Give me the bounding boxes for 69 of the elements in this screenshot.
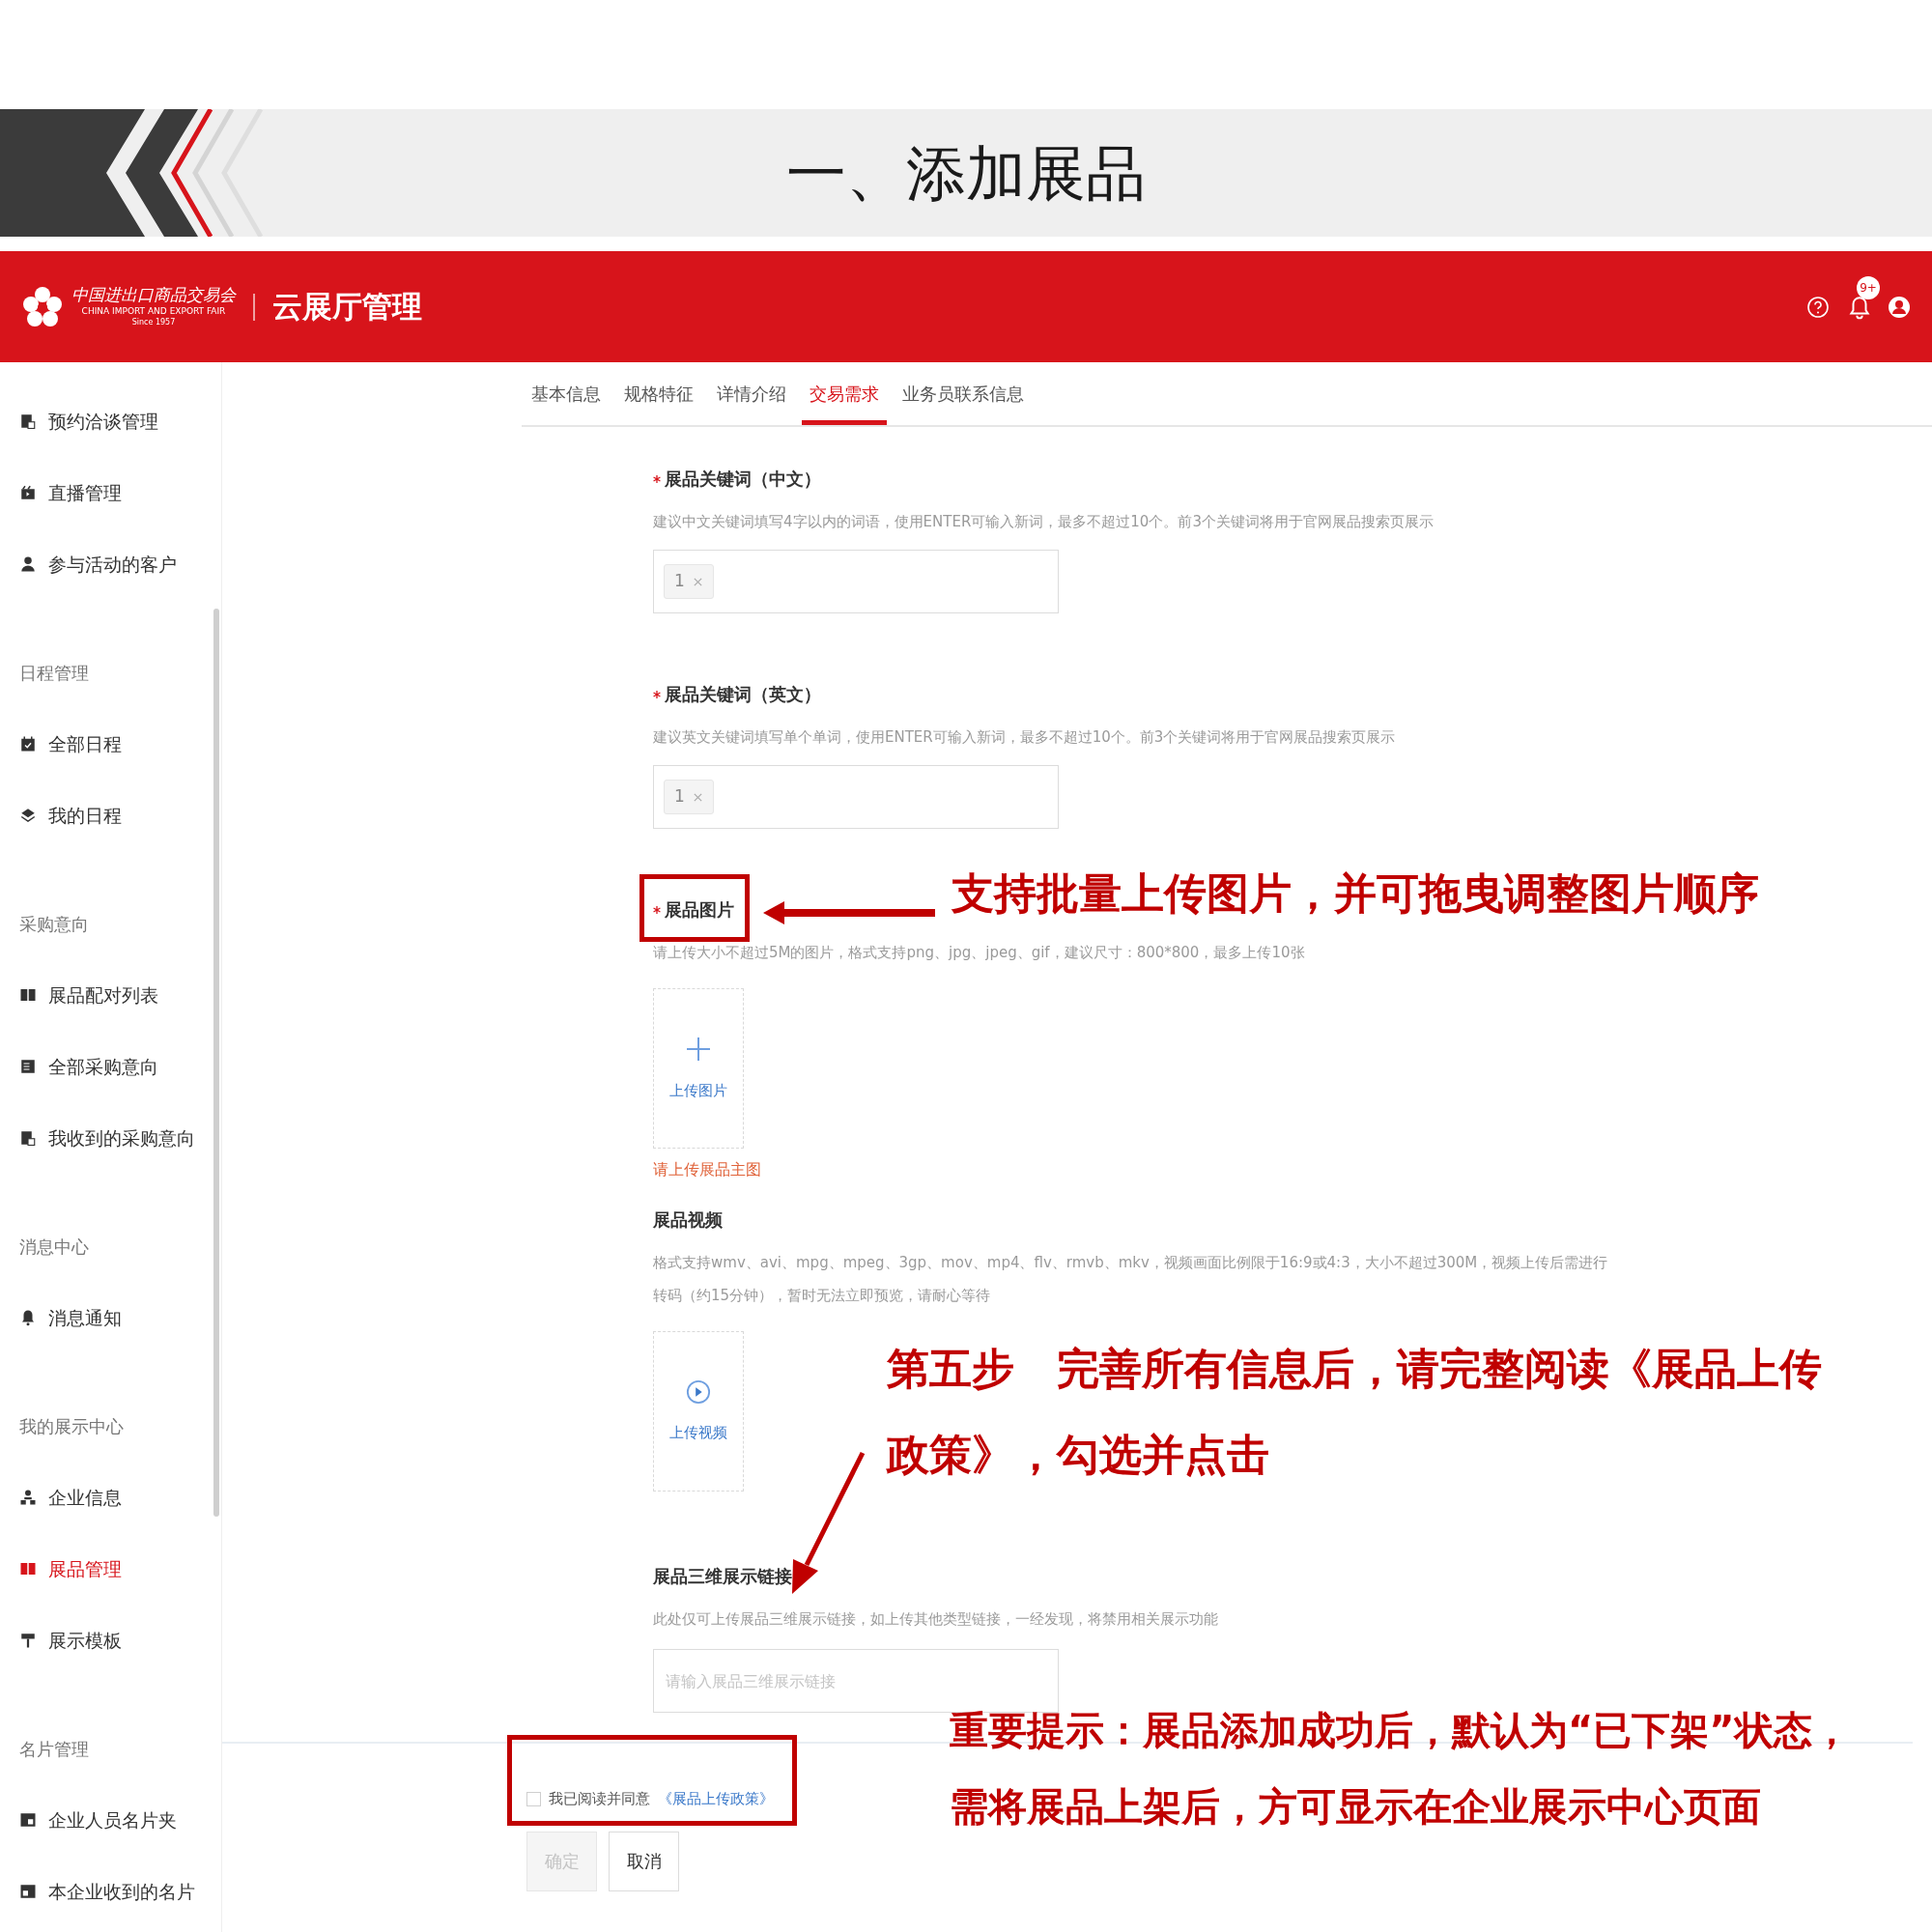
logo-english-name: CHINA IMPORT AND EXPORT FAIR [81,307,226,316]
play-icon [686,1378,711,1405]
sidebar-item[interactable]: 消息通知 [0,1282,209,1353]
tab[interactable]: 规格特征 [624,362,694,425]
layers-icon [19,807,37,824]
paint-roller-icon [19,1632,37,1649]
checklist-icon [19,1058,37,1075]
calendar-icon [19,735,37,753]
sidebar-item[interactable]: 全部日程 [0,708,209,780]
two-blocks-icon [19,986,37,1004]
notification-badge: 9+ [1857,275,1880,299]
sidebar-item[interactable]: 展示模板 [0,1605,209,1676]
agreement-checkbox[interactable] [526,1791,541,1806]
two-blocks-icon [19,1560,37,1577]
keyword-tag: 1 [664,780,714,814]
field-hint: 请上传大小不超过5M的图片，格式支持png、jpg、jpeg、gif，建议尺寸：800*800，最多上传10张 [653,943,1305,963]
sidebar-item[interactable]: 企业信息 [0,1462,209,1533]
sidebar-section-heading: 日程管理 [18,661,90,685]
people-icon [19,1489,37,1506]
video-upload-button[interactable]: 上传视频 [653,1331,744,1492]
field-label: 展品视频 [653,1208,723,1232]
bell-icon [19,1309,37,1326]
cancel-button[interactable]: 取消 [609,1831,679,1891]
card-icon [19,1883,37,1900]
logo-since: Since 1957 [131,319,176,327]
sidebar-item[interactable]: 参与活动的客户 [0,528,209,600]
upload-error-message: 请上传展品主图 [653,1159,762,1180]
field-hint: 格式支持wmv、avi、mpg、mpeg、3gp、mov、mp4、flv、rmvb、mkv，视频画面比例限于16:9或4:3，大小不超过300M，视频上传后需进行转码（约15分钟），暂时无法立即预览，请耐心等待 [653,1253,1609,1306]
field-label: 展品图片 [665,898,734,922]
field-label: 展品关键词（中文） [665,468,821,491]
document-icon [19,1129,37,1147]
user-avatar-icon[interactable] [1888,295,1911,319]
sidebar-section-heading: 消息中心 [18,1235,90,1259]
policy-link[interactable]: 《展品上传政策》 [658,1788,774,1810]
agreement-text: 我已阅读并同意 [549,1789,650,1809]
person-icon [19,555,37,573]
field-hint: 建议中文关键词填写4字以内的词语，使用ENTER可输入新词，最多不超过10个。前3个关键词将用于官网展品搜索页展示 [653,512,1434,532]
sidebar-item[interactable]: 我的日程 [0,780,209,851]
tab[interactable]: 业务员联系信息 [902,362,1024,425]
field-label: 展品三维展示链接 [653,1565,792,1588]
field-label: 展品关键词（英文） [665,683,821,706]
tab[interactable]: 基本信息 [531,362,601,425]
field-hint: 建议英文关键词填写单个单词，使用ENTER可输入新词，最多不超过10个。前3个关键词将用于官网展品搜索页展示 [653,727,1396,748]
tab[interactable]: 详情介绍 [717,362,786,425]
sidebar-item[interactable]: 全部采购意向 [0,1031,209,1102]
field-hint: 此处仅可上传展品三维展示链接，如上传其他类型链接，一经发现，将禁用相关展示功能 [653,1609,1218,1630]
sidebar-item[interactable]: 企业人员名片夹 [0,1784,209,1856]
plus-icon [685,1035,712,1063]
card-icon [19,1811,37,1829]
app-title: 云展厅管理 [272,288,422,327]
sidebar-item[interactable]: 预约洽谈管理 [0,385,209,457]
sidebar-item[interactable]: 直播管理 [0,457,209,528]
slide-title: 一、添加展品 [786,136,1146,211]
sidebar-item[interactable]: 展品管理 [0,1533,209,1605]
clapperboard-icon [19,484,37,501]
keyword-tag: 1 [664,564,714,599]
annotation-text: 第五步 完善所有信息后，请完整阅读《展品上传 政策》，勾选并点击 [887,1343,1822,1481]
help-icon[interactable] [1806,295,1830,319]
sidebar-section-heading: 名片管理 [18,1737,90,1761]
sidebar-item[interactable]: 展品配对列表 [0,959,209,1031]
annotation-text: 支持批量上传图片，并可拖曳调整图片顺序 [952,867,1759,920]
sidebar-item[interactable]: 我收到的采购意向 [0,1102,209,1174]
logo-chinese-name: 中国进出口商品交易会 [71,287,236,303]
document-icon [19,412,37,430]
sidebar-section-heading: 采购意向 [18,912,90,936]
tab[interactable]: 交易需求 [802,362,887,425]
image-upload-button[interactable]: 上传图片 [653,988,744,1149]
sidebar-item[interactable]: 本企业收到的名片 [0,1856,209,1927]
sidebar-section-heading: 我的展示中心 [18,1414,125,1438]
